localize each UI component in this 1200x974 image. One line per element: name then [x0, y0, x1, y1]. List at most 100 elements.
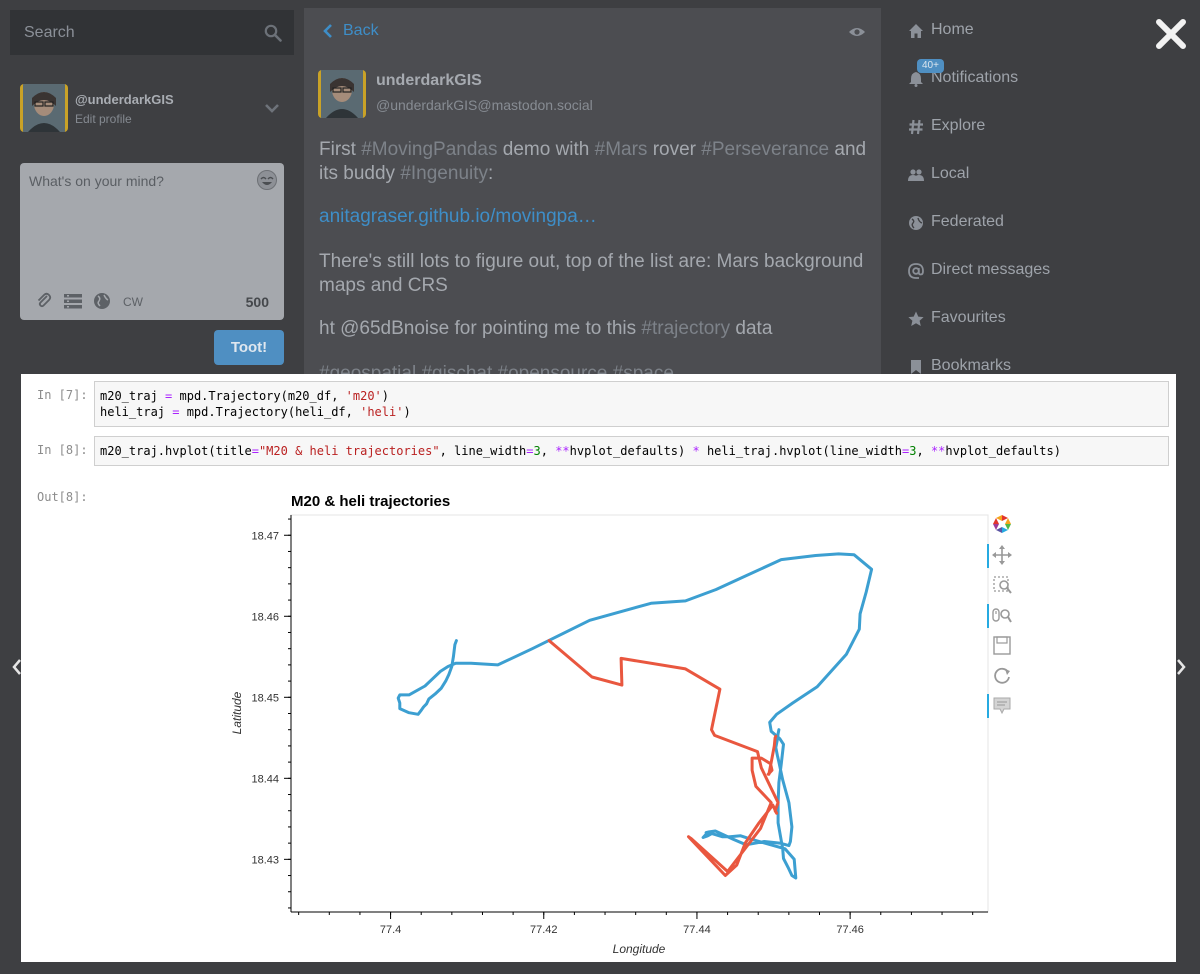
code-token: , line_width [439, 444, 527, 458]
nav-item-federated[interactable]: Federated [906, 200, 1126, 240]
code-token: = [251, 444, 259, 458]
attached-image-notebook[interactable]: In [7]: m20_traj = mpd.Trajectory(m20_df… [21, 374, 1176, 962]
status-handle[interactable]: @underdarkGIS@mastodon.social [376, 97, 593, 113]
pan-tool-icon[interactable] [987, 542, 1017, 570]
text: data [730, 318, 773, 339]
x-tick-label: 77.42 [530, 924, 558, 936]
account-panel: @underdarkGIS Edit profile [20, 84, 284, 134]
content-warning-button[interactable]: CW [123, 295, 143, 309]
nav-item-favourites[interactable]: Favourites [906, 296, 1126, 336]
text: rover [647, 139, 702, 160]
paperclip-icon[interactable] [34, 291, 54, 311]
account-name[interactable]: @underdarkGIS [75, 92, 174, 107]
bookmark-icon [911, 360, 921, 374]
search-box [10, 10, 294, 55]
nav-label: Home [931, 21, 974, 38]
hashtag-link[interactable]: #MovingPandas [361, 139, 497, 160]
code-token: m20_traj [100, 389, 166, 403]
input-prompt: In [8]: [37, 443, 88, 457]
search-icon[interactable] [264, 24, 282, 42]
x-axis-label: Longitude [613, 942, 666, 956]
nav-item-direct-messages[interactable]: Direct messages [906, 248, 1126, 288]
text: demo with [497, 139, 595, 160]
status-display-name[interactable]: underdarkGIS [376, 72, 482, 90]
y-tick-label: 18.47 [251, 530, 279, 542]
avatar[interactable] [20, 84, 68, 132]
nav-label: Direct messages [931, 261, 1051, 278]
nav-item-explore[interactable]: Explore [906, 104, 1126, 144]
globe-icon [909, 216, 923, 230]
next-arrow-icon[interactable] [1176, 659, 1186, 675]
edit-profile-link[interactable]: Edit profile [75, 112, 132, 126]
code-cell[interactable]: m20_traj = mpd.Trajectory(m20_df, 'm20')… [94, 381, 1169, 427]
trajectory-chart[interactable]: M20 & heli trajectories 18.43 18.44 18.45 1… [221, 484, 1001, 959]
code-token: mpd.Trajectory(m20_df, [172, 389, 346, 403]
star-icon [908, 311, 924, 326]
output-prompt: Out[8]: [37, 490, 88, 504]
status-paragraph-2: There's still lots to figure out, top of… [319, 251, 864, 296]
code-token: mpd.Trajectory(heli_df, [179, 405, 361, 419]
chart-title: M20 & heli trajectories [291, 493, 450, 510]
nav-label: Favourites [931, 309, 1006, 326]
y-tick-label: 18.43 [251, 854, 279, 866]
emoji-icon[interactable] [256, 169, 278, 191]
hashtag-link[interactable]: #Ingenuity [400, 163, 488, 184]
code-token: m20_traj.hvplot(title [100, 444, 252, 458]
status-link[interactable]: anitagraser.github.io/movingpa… [319, 205, 874, 229]
code-token: heli_traj.hvplot(line_width [699, 444, 903, 458]
back-bar[interactable]: Back [304, 8, 881, 54]
eye-icon[interactable] [848, 26, 866, 38]
hash-icon [909, 119, 923, 135]
home-icon [909, 24, 923, 38]
at-icon [908, 263, 924, 279]
close-icon[interactable] [1155, 18, 1187, 50]
code-token: heli_traj [100, 405, 173, 419]
compose-box: CW 500 [20, 163, 284, 320]
code-token: , [540, 444, 556, 458]
code-token: hvplot_defaults) [945, 444, 1061, 458]
code-token: , [916, 444, 931, 458]
chevron-left-icon[interactable] [322, 24, 334, 38]
back-button[interactable]: Back [343, 22, 379, 40]
text: First [319, 139, 362, 160]
toot-button[interactable]: Toot! [214, 330, 284, 365]
hashtag-link[interactable]: #trajectory [641, 318, 730, 339]
hashtag-link[interactable]: #Perseverance [701, 139, 829, 160]
compose-toolbar: CW 500 [20, 283, 284, 320]
code-token: * [692, 444, 700, 458]
nav-label: Bookmarks [931, 357, 1012, 374]
code-token: 'm20' [345, 389, 382, 403]
poll-icon[interactable] [63, 291, 83, 311]
text: ht @65dBnoise for pointing me to this [319, 318, 642, 339]
nav-item-home[interactable]: Home [906, 8, 1126, 48]
hover-tool-icon[interactable] [987, 692, 1017, 720]
code-token: = [526, 444, 534, 458]
wheel-zoom-tool-icon[interactable] [987, 602, 1017, 630]
bokeh-logo-icon[interactable] [987, 512, 1017, 540]
status-paragraph-1: First #MovingPandas demo with #Mars rove… [319, 138, 874, 186]
nav-label: Notifications [931, 69, 1019, 86]
box-zoom-tool-icon[interactable] [987, 572, 1017, 600]
x-tick-label: 77.44 [683, 924, 711, 936]
nav-item-local[interactable]: Local [906, 152, 1126, 192]
hashtag-link[interactable]: #Mars [595, 139, 648, 160]
x-tick-label: 77.46 [836, 924, 864, 936]
chevron-down-icon[interactable] [264, 102, 280, 114]
y-tick-label: 18.44 [251, 773, 279, 785]
code-cell[interactable]: m20_traj.hvplot(title="M20 & heli trajec… [94, 436, 1169, 466]
search-input[interactable] [10, 10, 294, 55]
globe-icon[interactable] [92, 291, 112, 311]
save-tool-icon[interactable] [987, 632, 1017, 660]
y-axis-label: Latitude [230, 691, 244, 734]
status-avatar[interactable] [318, 70, 366, 118]
code-token: "M20 & heli trajectories" [258, 444, 440, 458]
users-icon [908, 169, 924, 181]
plot-area [290, 514, 989, 913]
reset-tool-icon[interactable] [987, 662, 1017, 690]
nav-label: Local [931, 165, 970, 182]
status-paragraph-3: ht @65dBnoise for pointing me to this #t… [319, 317, 874, 341]
y-tick-label: 18.46 [251, 611, 279, 623]
x-tick-label: 77.4 [380, 924, 401, 936]
compose-textarea[interactable] [20, 163, 284, 273]
code-token: ) [381, 389, 390, 403]
